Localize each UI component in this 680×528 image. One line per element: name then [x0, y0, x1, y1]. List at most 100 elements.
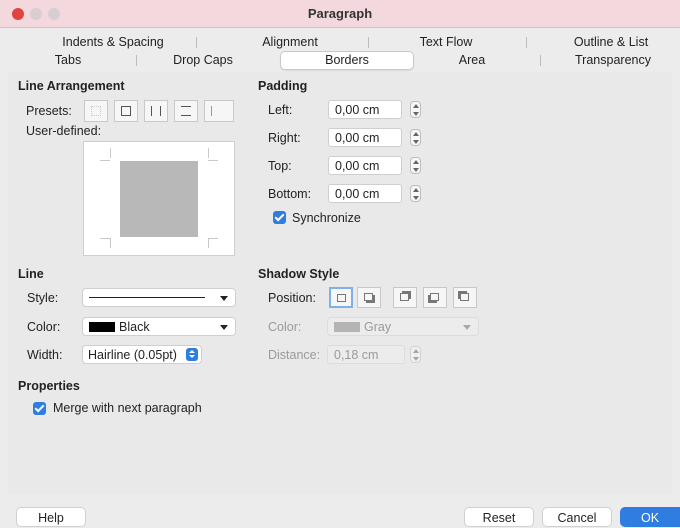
synchronize-label: Synchronize [292, 211, 361, 225]
corner-marker [100, 238, 110, 239]
padding-left-value: 0,00 cm [335, 103, 380, 117]
merge-label: Merge with next paragraph [53, 401, 202, 415]
shadow-top-left-button[interactable] [453, 287, 477, 308]
tab-transparency[interactable]: Transparency [560, 52, 666, 69]
preset-top-bottom-icon [181, 106, 191, 116]
corner-marker [110, 238, 111, 248]
padding-top-label: Top: [268, 159, 292, 173]
corner-marker [208, 148, 209, 158]
shadow-bottom-left-button[interactable] [423, 287, 447, 308]
padding-left-stepper[interactable] [410, 101, 421, 118]
border-preview[interactable] [83, 141, 235, 256]
preset-box-icon [121, 106, 131, 116]
shadow-distance-stepper[interactable] [410, 346, 421, 363]
padding-top-stepper[interactable] [410, 157, 421, 174]
line-width-label: Width: [27, 348, 63, 362]
shadow-bottom-left-icon [430, 293, 439, 301]
reset-button[interactable]: Reset [464, 507, 534, 527]
properties-heading: Properties [18, 379, 80, 393]
chevron-down-icon [463, 325, 471, 330]
padding-bottom-field[interactable]: 0,00 cm [328, 184, 402, 203]
line-width-value: Hairline (0.05pt) [88, 348, 177, 362]
presets-label: Presets: [26, 104, 72, 118]
corner-marker [208, 238, 218, 239]
shadow-top-right-button[interactable] [393, 287, 417, 308]
shadow-bottom-right-icon [364, 293, 373, 301]
preset-left-right-icon [151, 106, 161, 116]
padding-bottom-label: Bottom: [268, 187, 312, 201]
preview-content-block [120, 161, 198, 237]
shadow-distance-value: 0,18 cm [334, 348, 379, 362]
tab-separator [526, 37, 527, 48]
tab-separator [196, 37, 197, 48]
preset-none-icon [91, 106, 101, 116]
padding-right-label: Right: [268, 131, 301, 145]
preset-left-icon [211, 106, 221, 116]
tab-bar: Indents & Spacing Alignment Text Flow Ou… [0, 34, 680, 70]
line-width-select[interactable]: Hairline (0.05pt) [82, 345, 202, 364]
shadow-top-left-icon [460, 293, 469, 301]
padding-top-value: 0,00 cm [335, 159, 380, 173]
padding-top-field[interactable]: 0,00 cm [328, 156, 402, 175]
corner-marker [110, 148, 111, 158]
padding-heading: Padding [258, 79, 308, 93]
shadow-distance-label: Distance: [268, 348, 321, 362]
tab-separator [136, 55, 137, 66]
tab-area[interactable]: Area [432, 52, 512, 69]
preset-none-button[interactable] [84, 100, 108, 122]
tab-row-1: Indents & Spacing Alignment Text Flow Ou… [0, 34, 680, 51]
shadow-bottom-right-button[interactable] [357, 287, 381, 308]
preset-left-button[interactable] [204, 100, 234, 122]
shadow-color-label: Color: [268, 320, 302, 334]
shadow-distance-field[interactable]: 0,18 cm [327, 345, 405, 364]
line-style-sample [89, 297, 205, 298]
tab-borders[interactable]: Borders [280, 51, 414, 70]
tab-row-2: Tabs Drop Caps Borders Area Transparency [0, 51, 680, 70]
up-down-icon [186, 348, 198, 361]
color-swatch [334, 322, 360, 332]
line-color-dropdown[interactable]: Black [82, 317, 236, 336]
padding-bottom-stepper[interactable] [410, 185, 421, 202]
tab-drop-caps[interactable]: Drop Caps [160, 52, 246, 69]
padding-right-value: 0,00 cm [335, 131, 380, 145]
merge-checkbox[interactable] [33, 402, 46, 415]
shadow-color-dropdown[interactable]: Gray [327, 317, 479, 336]
tab-alignment[interactable]: Alignment [240, 34, 340, 51]
tab-separator [540, 55, 541, 66]
tab-tabs[interactable]: Tabs [28, 52, 108, 69]
preset-left-right-button[interactable] [144, 100, 168, 122]
chevron-down-icon [220, 296, 228, 301]
padding-left-label: Left: [268, 103, 293, 117]
tab-text-flow[interactable]: Text Flow [398, 34, 494, 51]
line-color-label: Color: [27, 320, 61, 334]
color-swatch [89, 322, 115, 332]
line-style-label: Style: [27, 291, 59, 305]
cancel-button[interactable]: Cancel [542, 507, 612, 527]
synchronize-checkbox[interactable] [273, 211, 286, 224]
padding-bottom-value: 0,00 cm [335, 187, 380, 201]
preset-box-button[interactable] [114, 100, 138, 122]
padding-left-field[interactable]: 0,00 cm [328, 100, 402, 119]
tab-indents-spacing[interactable]: Indents & Spacing [48, 34, 178, 51]
line-arrangement-heading: Line Arrangement [18, 79, 125, 93]
padding-right-stepper[interactable] [410, 129, 421, 146]
chevron-down-icon [220, 325, 228, 330]
tab-separator [368, 37, 369, 48]
corner-marker [208, 160, 218, 161]
preset-top-bottom-button[interactable] [174, 100, 198, 122]
corner-marker [100, 160, 110, 161]
shadow-none-button[interactable] [329, 287, 353, 308]
shadow-none-icon [337, 294, 346, 302]
window-title: Paragraph [307, 6, 373, 21]
help-button[interactable]: Help [16, 507, 86, 527]
user-defined-label: User-defined: [26, 124, 102, 138]
shadow-style-heading: Shadow Style [258, 267, 340, 281]
ok-button[interactable]: OK [620, 507, 680, 527]
corner-marker [208, 238, 209, 248]
line-heading: Line [18, 267, 44, 281]
shadow-top-right-icon [400, 293, 409, 301]
line-color-value: Black [119, 320, 150, 334]
line-style-dropdown[interactable] [82, 288, 236, 307]
tab-outline-list[interactable]: Outline & List [556, 34, 666, 51]
padding-right-field[interactable]: 0,00 cm [328, 128, 402, 147]
